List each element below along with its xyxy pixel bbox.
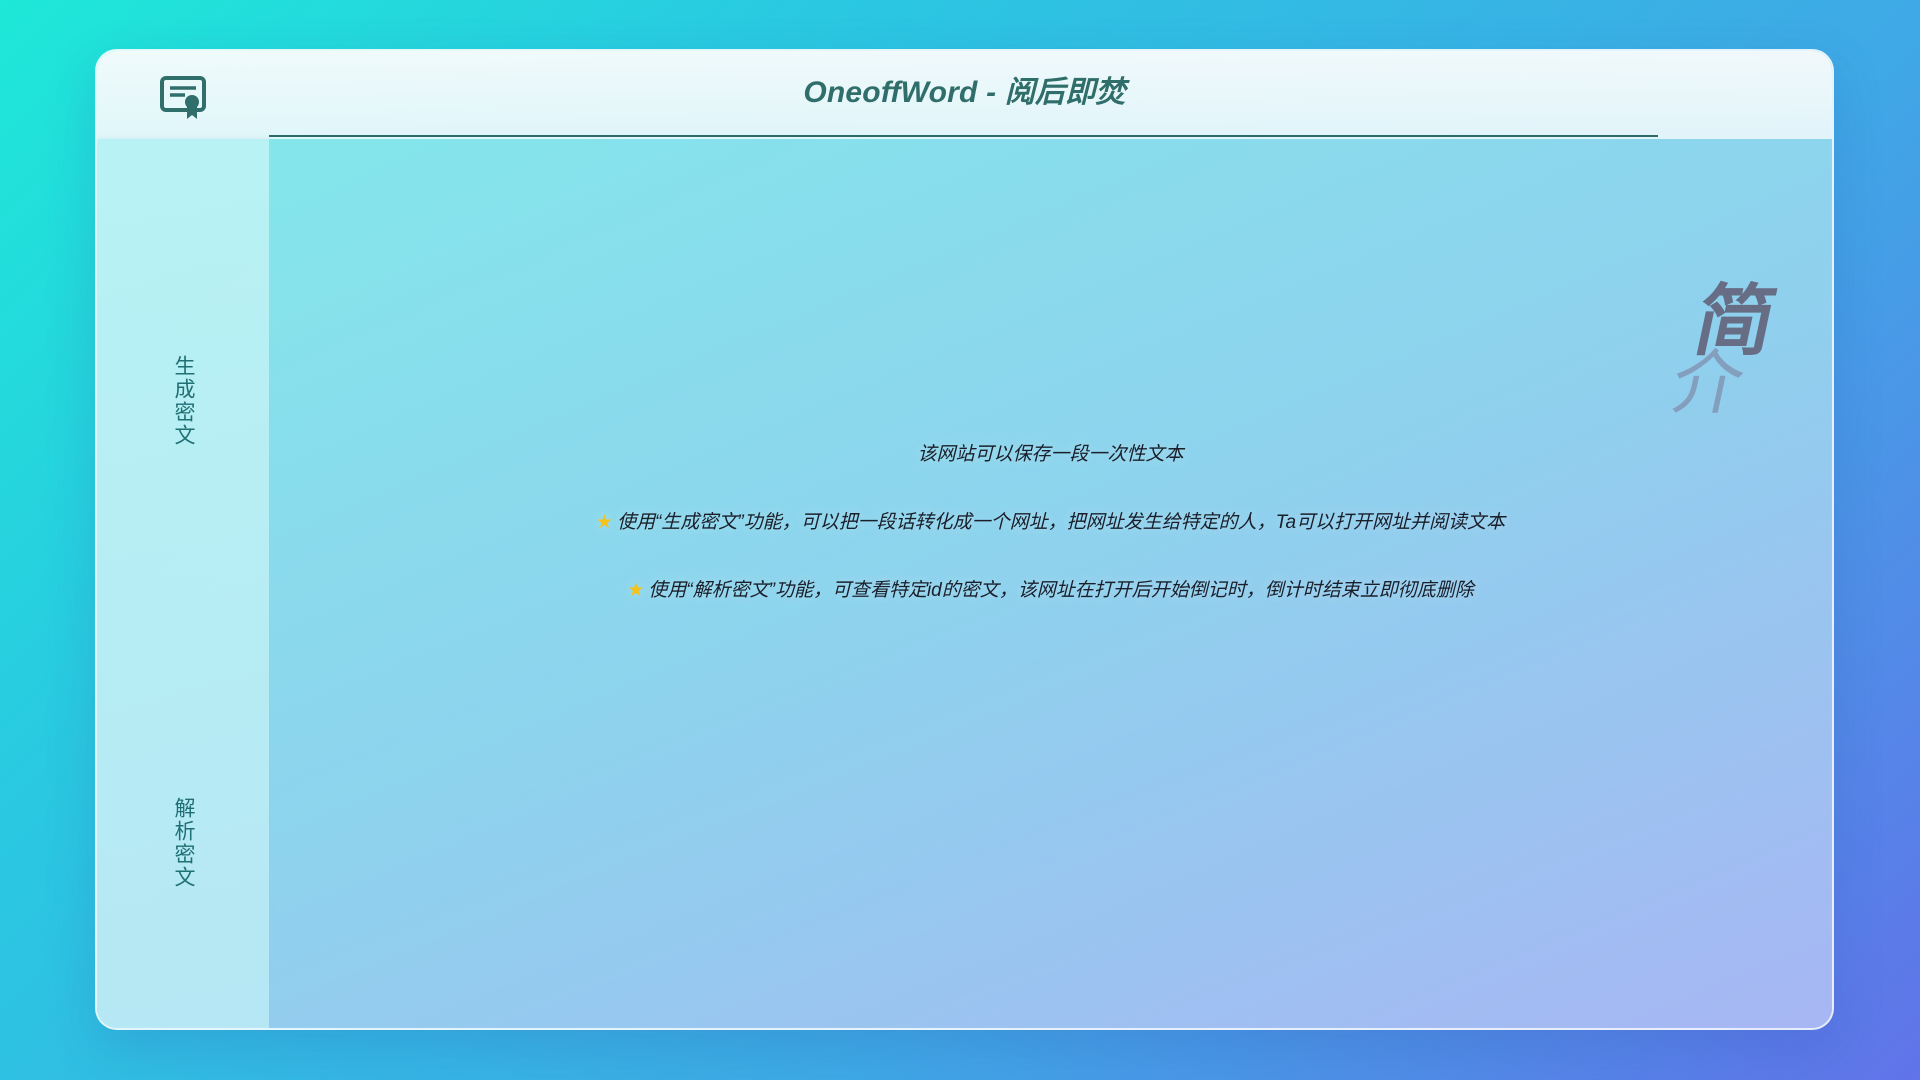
- intro-content: 该网站可以保存一段一次性文本 ★ 使用“生成密文”功能，可以把一段话转化成一个网址…: [269, 439, 1832, 643]
- bullet-text: 使用“解析密文”功能，可查看特定id的密文，该网址在打开后开始倒记时，倒计时结束…: [648, 580, 1474, 601]
- star-icon: ★: [627, 580, 645, 601]
- section-label-char-2: 介: [1664, 342, 1752, 424]
- main-panel: 简 介 该网站可以保存一段一次性文本 ★ 使用“生成密文”功能，可以把一段话转化成…: [269, 139, 1832, 1028]
- bullet-item: ★ 使用“生成密文”功能，可以把一段话转化成一个网址，把网址发生给特定的人，Ta可…: [269, 507, 1832, 534]
- sidebar: 生成密文 解析密文: [97, 139, 269, 1028]
- section-label: 简 介: [1664, 259, 1784, 424]
- bullet-text: 使用“生成密文”功能，可以把一段话转化成一个网址，把网址发生给特定的人，Ta可以…: [616, 512, 1506, 533]
- sidebar-item-parse[interactable]: 解析密文: [169, 797, 199, 889]
- page-title: OneoffWord - 阅后即焚: [803, 76, 1126, 109]
- star-icon: ★: [595, 512, 613, 533]
- sidebar-item-generate[interactable]: 生成密文: [169, 355, 199, 447]
- intro-text: 该网站可以保存一段一次性文本: [917, 444, 1184, 465]
- header-divider: [269, 135, 1658, 137]
- bullet-item: ★ 使用“解析密文”功能，可查看特定id的密文，该网址在打开后开始倒记时，倒计时结…: [269, 575, 1832, 602]
- app-window: OneoffWord - 阅后即焚 生成密文 解析密文 简 介 该网站可以保存一…: [95, 49, 1834, 1030]
- header: OneoffWord - 阅后即焚: [97, 51, 1832, 139]
